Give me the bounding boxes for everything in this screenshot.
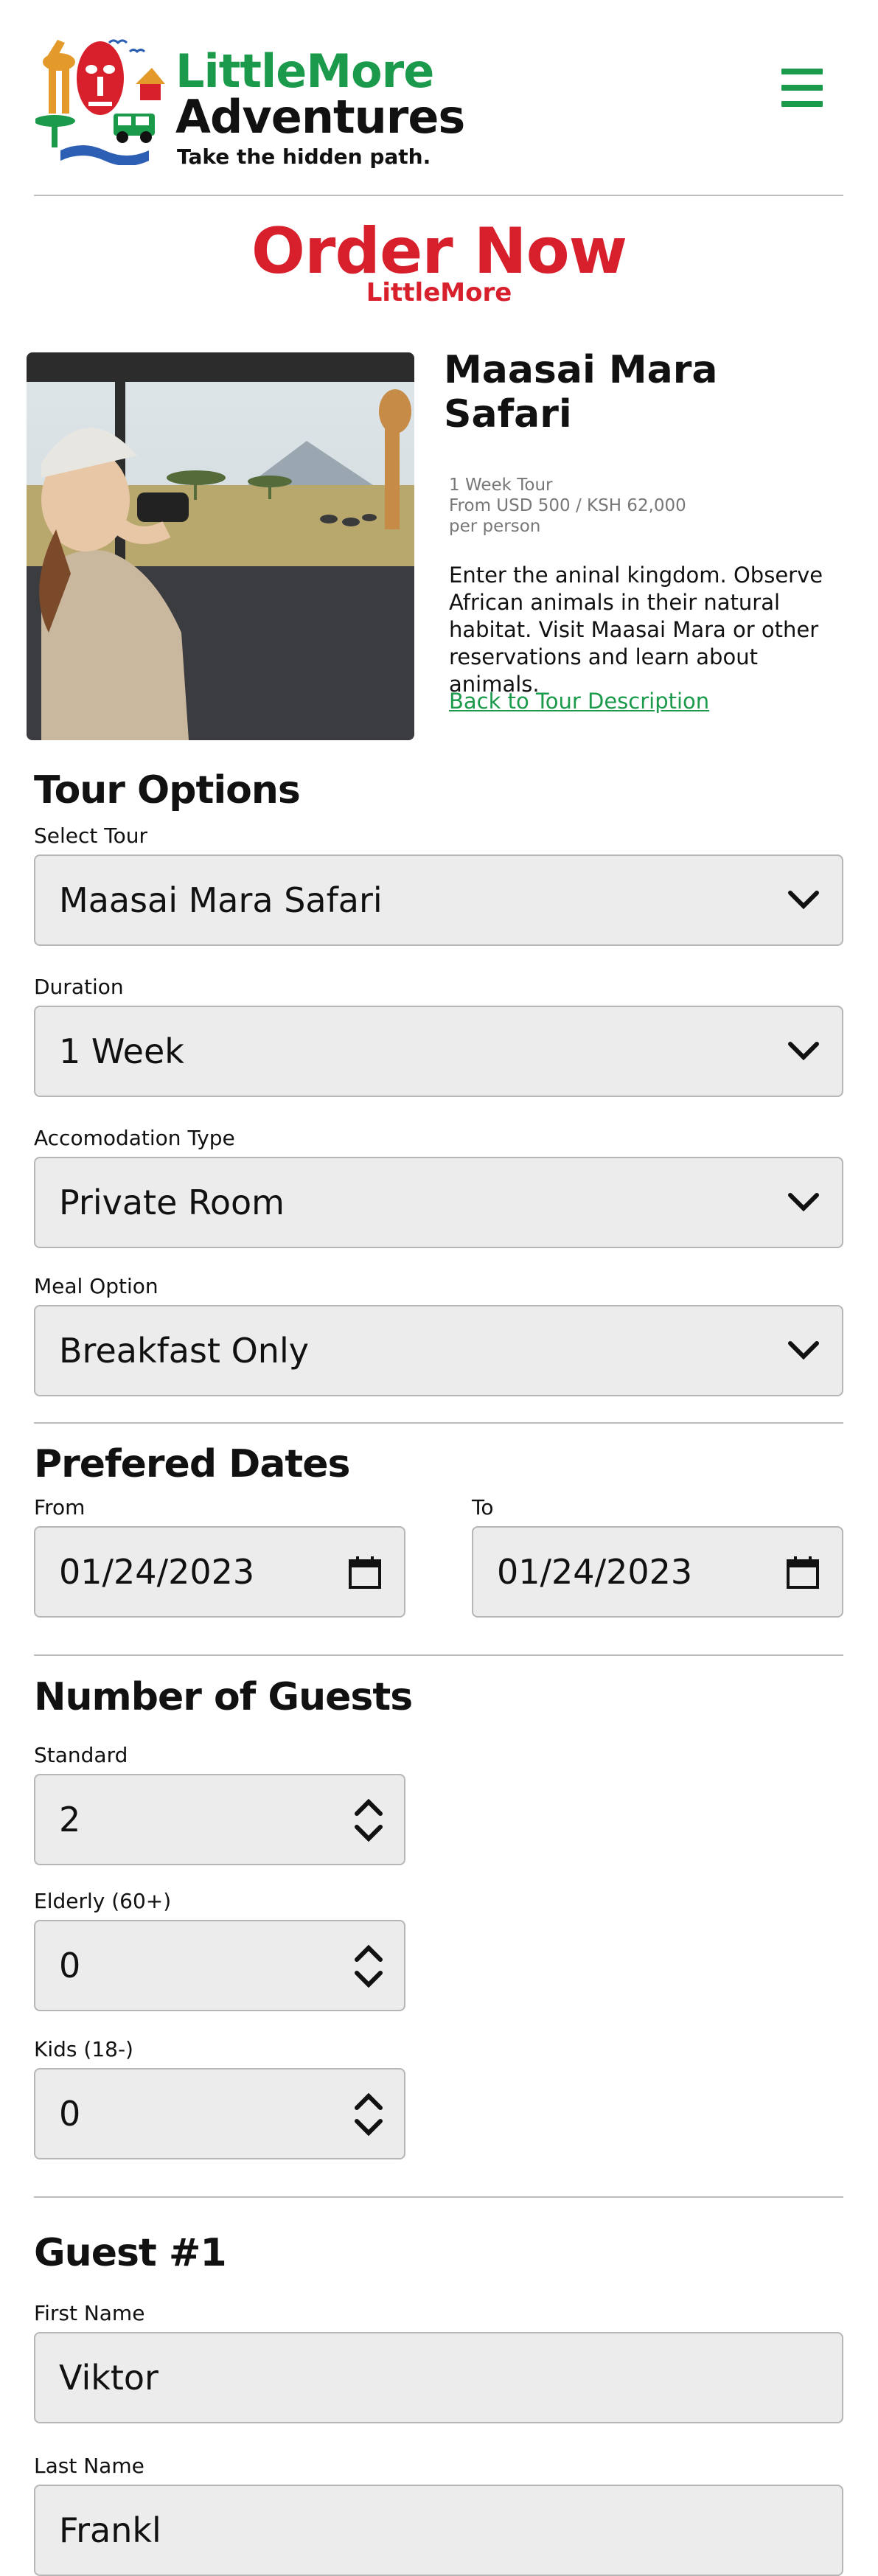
calendar-icon[interactable]: [786, 1556, 820, 1590]
tour-price-unit: per person: [449, 517, 541, 536]
meal-option-value: Breakfast Only: [59, 1331, 309, 1371]
tagline: Take the hidden path.: [177, 145, 431, 169]
first-name-field[interactable]: Viktor: [34, 2332, 843, 2423]
calendar-icon[interactable]: [348, 1556, 382, 1590]
section-title-tour-options: Tour Options: [34, 768, 301, 812]
elderly-guests-stepper[interactable]: 0: [34, 1920, 405, 2011]
section-divider: [34, 1654, 843, 1656]
last-name-field[interactable]: Frankl: [34, 2485, 843, 2576]
logo-icon[interactable]: [35, 32, 165, 165]
kids-guests-label: Kids (18-): [34, 2037, 133, 2061]
first-name-label: First Name: [34, 2301, 145, 2325]
chevron-down-icon: [788, 1193, 819, 1212]
to-date-label: To: [472, 1495, 494, 1520]
meal-option-dropdown[interactable]: Breakfast Only: [34, 1305, 843, 1396]
site-header: LittleMore Adventures Take the hidden pa…: [0, 0, 878, 195]
meal-option-label: Meal Option: [34, 1274, 158, 1298]
tour-meta: 1 Week Tour From USD 500 / KSH 62,000 pe…: [449, 475, 686, 537]
section-divider: [34, 1422, 843, 1424]
duration-dropdown[interactable]: 1 Week: [34, 1006, 843, 1097]
select-tour-dropdown[interactable]: Maasai Mara Safari: [34, 854, 843, 946]
tour-price: From USD 500 / KSH 62,000: [449, 496, 686, 515]
select-tour-label: Select Tour: [34, 824, 148, 848]
chevron-down-icon: [788, 891, 819, 910]
accommodation-label: Accomodation Type: [34, 1126, 235, 1150]
section-title-dates: Prefered Dates: [34, 1442, 350, 1486]
page-subtitle: LittleMore: [366, 278, 512, 307]
tour-photo: [27, 352, 414, 740]
standard-guests-stepper[interactable]: 2: [34, 1774, 405, 1865]
stepper-arrows-icon[interactable]: [352, 2090, 385, 2139]
tour-duration: 1 Week Tour: [449, 476, 553, 495]
first-name-value: Viktor: [59, 2358, 158, 2398]
tour-title-line1: Maasai Mara: [444, 348, 718, 392]
chevron-down-icon: [788, 1341, 819, 1360]
duration-label: Duration: [34, 975, 124, 999]
brand-name-line1[interactable]: LittleMore: [175, 49, 434, 94]
accommodation-dropdown[interactable]: Private Room: [34, 1157, 843, 1248]
back-to-tour-link[interactable]: Back to Tour Description: [449, 689, 709, 714]
stepper-arrows-icon[interactable]: [352, 1796, 385, 1845]
select-tour-value: Maasai Mara Safari: [59, 880, 383, 920]
tour-description: Enter the aninal kingdom. Observe Africa…: [449, 563, 823, 697]
from-date-label: From: [34, 1495, 86, 1520]
stepper-arrows-icon[interactable]: [352, 1942, 385, 1991]
from-date-input[interactable]: 01/24/2023: [34, 1526, 405, 1618]
hamburger-menu-icon[interactable]: [781, 69, 824, 111]
section-title-guest-1: Guest #1: [34, 2231, 227, 2275]
brand-name-line2[interactable]: Adventures: [175, 94, 465, 140]
standard-guests-label: Standard: [34, 1743, 128, 1767]
elderly-guests-label: Elderly (60+): [34, 1889, 172, 1913]
last-name-value: Frankl: [59, 2510, 161, 2550]
accommodation-value: Private Room: [59, 1183, 285, 1222]
section-divider: [34, 2196, 843, 2198]
section-title-guests: Number of Guests: [34, 1675, 413, 1719]
kids-guests-stepper[interactable]: 0: [34, 2068, 405, 2159]
tour-title-line2: Safari: [444, 392, 572, 436]
to-date-input[interactable]: 01/24/2023: [472, 1526, 843, 1618]
duration-value: 1 Week: [59, 1031, 184, 1071]
page-title: Order Now: [251, 215, 627, 288]
tour-title: Maasai Mara Safari: [444, 348, 857, 436]
last-name-label: Last Name: [34, 2454, 144, 2478]
chevron-down-icon: [788, 1042, 819, 1061]
header-divider: [34, 195, 843, 196]
